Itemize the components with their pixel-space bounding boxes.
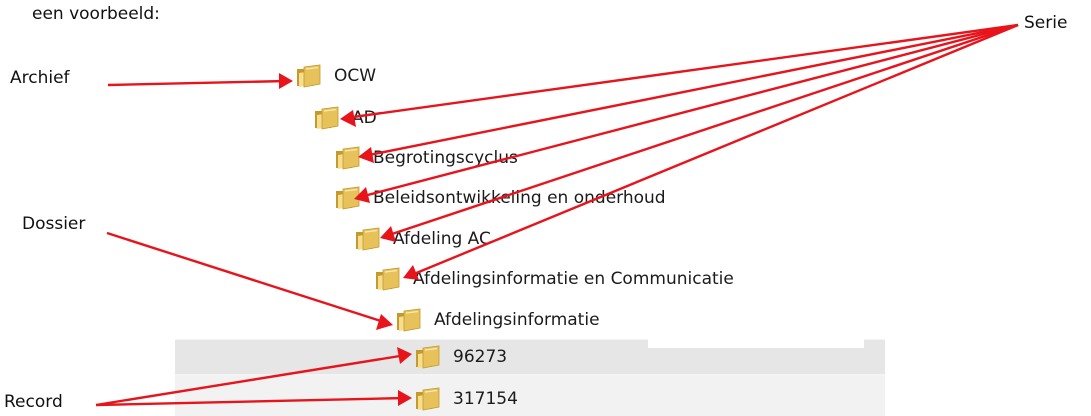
arrow-serie-afdelingsinformatie-en-communicatie xyxy=(403,23,1019,280)
arrow-serie-beleidsontwikkeling xyxy=(354,23,1019,203)
arrow-record-96273 xyxy=(95,347,412,407)
arrow-dossier xyxy=(106,231,393,330)
arrow-archief xyxy=(107,73,293,89)
annotation-arrows xyxy=(95,23,1019,407)
arrow-serie-begrotingscyclus xyxy=(358,23,1019,163)
arrow-serie-ad xyxy=(340,23,1019,127)
